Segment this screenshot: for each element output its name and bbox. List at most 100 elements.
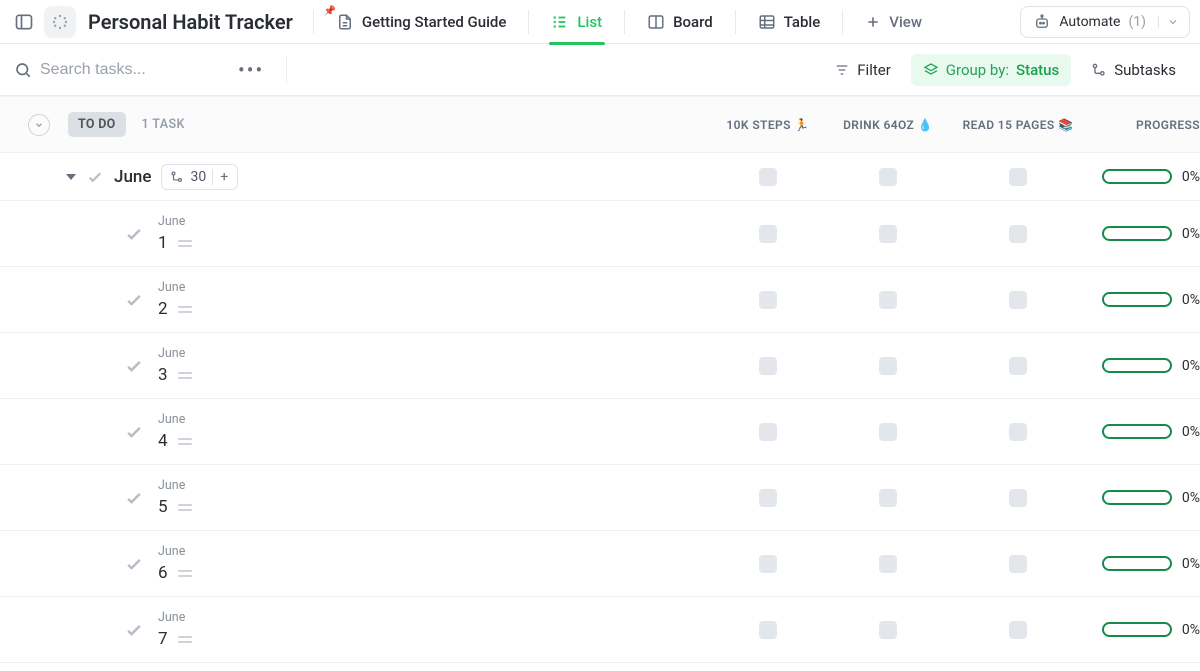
status-check-icon[interactable] bbox=[124, 554, 144, 574]
search-input[interactable] bbox=[40, 61, 220, 79]
subtask-row[interactable]: June 1 0% bbox=[0, 201, 1200, 267]
column-header-steps[interactable]: 10K STEPS 🏃 bbox=[708, 118, 828, 132]
add-subtask-button[interactable]: + bbox=[212, 169, 235, 185]
filter-button[interactable]: Filter bbox=[824, 54, 901, 86]
separator bbox=[735, 10, 736, 34]
board-icon bbox=[647, 13, 665, 31]
subtask-row[interactable]: June 5 0% bbox=[0, 465, 1200, 531]
progress-value: 0% bbox=[1182, 490, 1200, 506]
collapse-all-button[interactable] bbox=[28, 114, 50, 136]
subtasks-icon bbox=[1091, 62, 1107, 78]
checkbox-drink[interactable] bbox=[879, 489, 897, 507]
progress-bar bbox=[1102, 622, 1172, 637]
chevron-down-icon[interactable] bbox=[1158, 16, 1179, 28]
status-check-icon[interactable] bbox=[124, 356, 144, 376]
status-check-icon[interactable] bbox=[124, 224, 144, 244]
subtask-row[interactable]: June 3 0% bbox=[0, 333, 1200, 399]
progress-bar bbox=[1102, 292, 1172, 307]
column-header-progress[interactable]: PROGRESS bbox=[1088, 118, 1200, 132]
pin-icon: 📌 bbox=[324, 6, 336, 17]
column-header-drink[interactable]: DRINK 64OZ 💧 bbox=[828, 118, 948, 132]
drag-handle-icon[interactable] bbox=[178, 372, 192, 379]
drag-handle-icon[interactable] bbox=[178, 438, 192, 445]
group-by-button[interactable]: Group by: Status bbox=[911, 54, 1071, 86]
chevron-down-icon bbox=[34, 120, 44, 130]
checkbox-read[interactable] bbox=[1009, 621, 1027, 639]
add-view-label: View bbox=[889, 13, 922, 31]
automate-count: (1) bbox=[1128, 14, 1146, 30]
separator bbox=[286, 56, 287, 84]
add-view-button[interactable]: View bbox=[853, 0, 934, 44]
checkbox-read[interactable] bbox=[1009, 489, 1027, 507]
tab-table[interactable]: Table bbox=[746, 0, 833, 44]
expand-toggle[interactable] bbox=[66, 174, 76, 180]
progress-value: 0% bbox=[1182, 226, 1200, 242]
checkbox-read[interactable] bbox=[1009, 555, 1027, 573]
filter-label: Filter bbox=[857, 61, 891, 79]
column-header-read[interactable]: READ 15 PAGES 📚 bbox=[948, 118, 1088, 132]
checkbox-drink[interactable] bbox=[879, 291, 897, 309]
checkbox-steps[interactable] bbox=[759, 621, 777, 639]
status-check-icon[interactable] bbox=[124, 422, 144, 442]
subtask-row[interactable]: June 6 0% bbox=[0, 531, 1200, 597]
drag-handle-icon[interactable] bbox=[178, 306, 192, 313]
tab-guide[interactable]: 📌 Getting Started Guide bbox=[324, 0, 519, 44]
checkbox-read[interactable] bbox=[1009, 225, 1027, 243]
subtask-count-chip[interactable]: 30 + bbox=[161, 164, 238, 190]
drag-handle-icon[interactable] bbox=[178, 570, 192, 577]
topbar: Personal Habit Tracker 📌 Getting Started… bbox=[0, 0, 1200, 44]
status-chip[interactable]: TO DO bbox=[68, 112, 126, 137]
checkbox-drink[interactable] bbox=[879, 621, 897, 639]
status-check-icon[interactable] bbox=[124, 620, 144, 640]
automate-button[interactable]: Automate (1) bbox=[1020, 6, 1190, 38]
status-check-icon[interactable] bbox=[86, 168, 104, 186]
checkbox-read[interactable] bbox=[1009, 291, 1027, 309]
space-avatar[interactable] bbox=[44, 6, 76, 38]
progress-bar bbox=[1102, 490, 1172, 505]
filter-icon bbox=[834, 62, 850, 78]
subtasks-button[interactable]: Subtasks bbox=[1081, 54, 1186, 86]
list-area: TO DO 1 TASK 10K STEPS 🏃 DRINK 64OZ 💧 RE… bbox=[0, 96, 1200, 663]
more-options-button[interactable]: ••• bbox=[230, 58, 272, 82]
checkbox-steps[interactable] bbox=[759, 168, 777, 186]
checkbox-drink[interactable] bbox=[879, 555, 897, 573]
progress-value: 0% bbox=[1182, 424, 1200, 440]
progress-value: 0% bbox=[1182, 622, 1200, 638]
checkbox-steps[interactable] bbox=[759, 555, 777, 573]
drag-handle-icon[interactable] bbox=[178, 636, 192, 643]
checkbox-steps[interactable] bbox=[759, 225, 777, 243]
checkbox-drink[interactable] bbox=[879, 423, 897, 441]
status-check-icon[interactable] bbox=[124, 290, 144, 310]
subtask-day: 6 bbox=[158, 563, 168, 583]
separator bbox=[842, 10, 843, 34]
subtask-row[interactable]: June 4 0% bbox=[0, 399, 1200, 465]
drag-handle-icon[interactable] bbox=[178, 504, 192, 511]
plus-icon bbox=[865, 14, 881, 30]
checkbox-steps[interactable] bbox=[759, 489, 777, 507]
tab-list[interactable]: List bbox=[539, 0, 614, 44]
view-toolbar: ••• Filter Group by: Status Subtasks bbox=[0, 44, 1200, 96]
separator bbox=[624, 10, 625, 34]
subtask-month: June bbox=[158, 544, 192, 559]
checkbox-steps[interactable] bbox=[759, 357, 777, 375]
progress-value: 0% bbox=[1182, 556, 1200, 572]
search-wrap[interactable] bbox=[14, 61, 220, 79]
sidebar-toggle-button[interactable] bbox=[10, 8, 38, 36]
checkbox-steps[interactable] bbox=[759, 423, 777, 441]
status-check-icon[interactable] bbox=[124, 488, 144, 508]
checkbox-drink[interactable] bbox=[879, 168, 897, 186]
checkbox-read[interactable] bbox=[1009, 357, 1027, 375]
tab-board[interactable]: Board bbox=[635, 0, 725, 44]
checkbox-drink[interactable] bbox=[879, 357, 897, 375]
drag-handle-icon[interactable] bbox=[178, 240, 192, 247]
checkbox-read[interactable] bbox=[1009, 168, 1027, 186]
checkbox-drink[interactable] bbox=[879, 225, 897, 243]
checkbox-steps[interactable] bbox=[759, 291, 777, 309]
subtask-day: 3 bbox=[158, 365, 168, 385]
tab-table-label: Table bbox=[784, 13, 821, 31]
subtask-row[interactable]: June 2 0% bbox=[0, 267, 1200, 333]
checkbox-read[interactable] bbox=[1009, 423, 1027, 441]
subtask-row[interactable]: June 7 0% bbox=[0, 597, 1200, 663]
subtask-day: 5 bbox=[158, 497, 168, 517]
parent-task-row[interactable]: June 30 + 0% bbox=[0, 153, 1200, 201]
